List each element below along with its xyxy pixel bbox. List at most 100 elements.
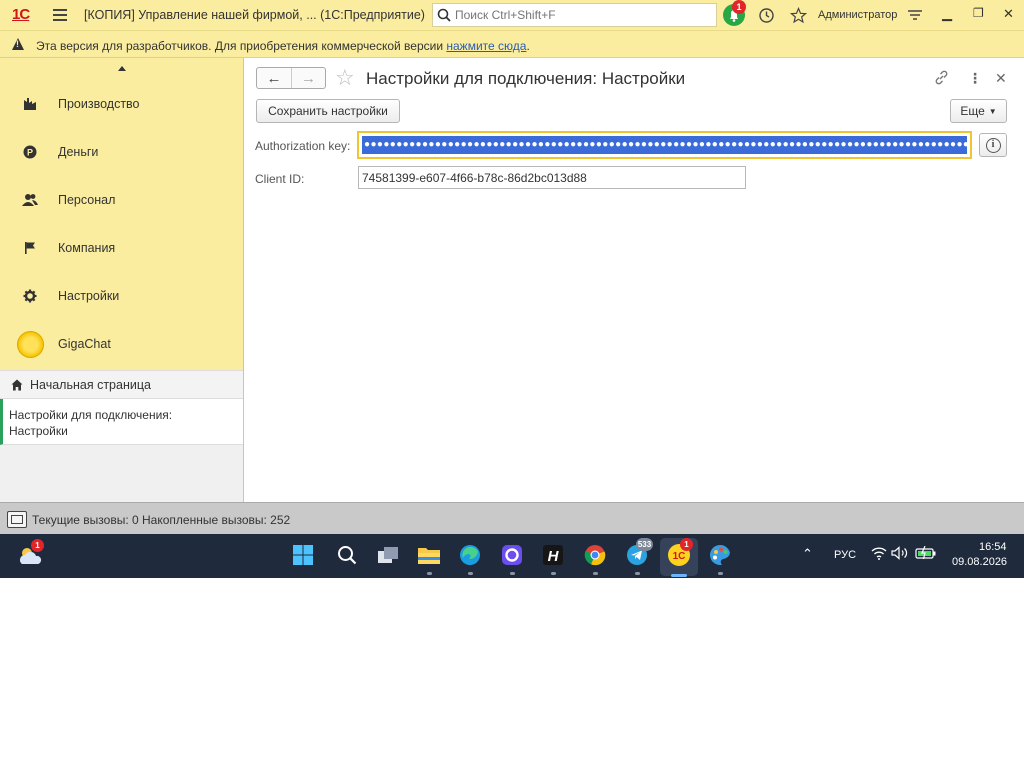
chevron-up-icon bbox=[117, 66, 126, 71]
clock-time[interactable]: 16:54 bbox=[979, 541, 1007, 553]
home-icon bbox=[11, 379, 23, 391]
sidebar-item-label: Персонал bbox=[58, 193, 116, 207]
app-window: 1С [КОПИЯ] Управление нашей фирмой, ... … bbox=[0, 0, 1024, 578]
sidebar-item-label: Деньги bbox=[58, 145, 99, 159]
window-title: [КОПИЯ] Управление нашей фирмой, ... (1С… bbox=[84, 8, 425, 22]
gigachat-icon bbox=[17, 330, 44, 358]
search-input[interactable] bbox=[455, 8, 705, 22]
chrome-browser-icon[interactable] bbox=[582, 542, 608, 568]
minimize-button[interactable]: ▁ bbox=[942, 6, 952, 22]
more-vertical-icon[interactable]: ⋮ bbox=[968, 70, 982, 87]
1c-logo[interactable]: 1С bbox=[12, 6, 30, 23]
svg-text:1С: 1С bbox=[673, 551, 686, 562]
add-to-favorites-star-icon[interactable]: ☆ bbox=[335, 65, 355, 91]
sidebar-item-company[interactable]: Компания bbox=[0, 224, 243, 272]
start-windows-icon[interactable] bbox=[290, 542, 316, 568]
current-user[interactable]: Администратор bbox=[818, 9, 897, 21]
weather-badge: 1 bbox=[31, 539, 44, 552]
messenger-app-icon[interactable] bbox=[499, 542, 525, 568]
authorization-key-input[interactable]: ●●●●●●●●●●●●●●●●●●●●●●●●●●●●●●●●●●●●●●●●… bbox=[362, 136, 967, 154]
sections-sidebar: Производство P Деньги Персонал Компания … bbox=[0, 58, 244, 502]
sidebar-empty-area bbox=[0, 445, 243, 502]
edge-running-indicator bbox=[468, 572, 473, 575]
authorization-key-field[interactable]: ●●●●●●●●●●●●●●●●●●●●●●●●●●●●●●●●●●●●●●●●… bbox=[357, 131, 972, 159]
title-bar: 1С [КОПИЯ] Управление нашей фирмой, ... … bbox=[0, 0, 1024, 30]
warning-text: Эта версия для разработчиков. Для приобр… bbox=[36, 39, 530, 53]
settings-menu-icon[interactable] bbox=[905, 5, 925, 25]
people-icon bbox=[22, 192, 38, 208]
forward-arrow-icon[interactable]: → bbox=[290, 68, 325, 88]
calls-status-text: Текущие вызовы: 0 Накопленные вызовы: 25… bbox=[32, 513, 291, 527]
client-id-input[interactable] bbox=[358, 166, 746, 189]
wifi-icon[interactable] bbox=[870, 544, 888, 562]
paint-app-icon[interactable] bbox=[707, 542, 733, 568]
search-box[interactable] bbox=[432, 3, 717, 27]
factory-icon bbox=[22, 96, 38, 112]
close-window-button[interactable]: ✕ bbox=[1003, 6, 1014, 22]
gear-icon bbox=[22, 288, 38, 304]
weather-widget-icon[interactable]: 1 bbox=[17, 539, 44, 568]
open-window-label: Настройки для подключения: Настройки bbox=[9, 408, 173, 438]
info-button[interactable]: i bbox=[979, 133, 1007, 157]
chrome-running-indicator bbox=[593, 572, 598, 575]
edge-browser-icon[interactable] bbox=[457, 542, 483, 568]
chevron-down-icon: ▼ bbox=[988, 106, 997, 116]
warning-tail: . bbox=[526, 39, 530, 53]
back-arrow-icon[interactable]: ← bbox=[257, 68, 291, 88]
sidebar-item-label: Настройки bbox=[58, 289, 120, 303]
main-menu-icon[interactable] bbox=[53, 9, 67, 21]
1c-enterprise-icon[interactable]: 1С 1 bbox=[666, 538, 693, 568]
favorites-star-icon[interactable] bbox=[788, 5, 808, 25]
client-id-label: Client ID: bbox=[255, 172, 305, 186]
sidebar-item-label: GigaChat bbox=[58, 337, 111, 351]
sidebar-item-settings[interactable]: Настройки bbox=[0, 272, 243, 320]
authorization-key-label: Authorization key: bbox=[255, 139, 351, 153]
telegram-badge: 533 bbox=[636, 538, 653, 551]
language-indicator[interactable]: РУС bbox=[834, 549, 856, 561]
taskbar-search-icon[interactable] bbox=[334, 542, 360, 568]
telegram-icon[interactable]: 533 bbox=[624, 538, 653, 568]
sidebar-item-personnel[interactable]: Персонал bbox=[0, 176, 243, 224]
warning-icon bbox=[12, 38, 24, 50]
developer-warning-bar: Эта версия для разработчиков. Для приобр… bbox=[0, 30, 1024, 58]
form-area: ← → ☆ Настройки для подключения: Настрой… bbox=[244, 58, 1024, 502]
svg-text:H: H bbox=[548, 548, 560, 565]
1c-badge: 1 bbox=[680, 538, 693, 551]
more-button-label: Еще bbox=[960, 104, 985, 118]
sidebar-item-money[interactable]: P Деньги bbox=[0, 128, 243, 176]
svg-text:P: P bbox=[27, 148, 33, 158]
notifications-badge: 1 bbox=[732, 0, 746, 14]
file-explorer-icon[interactable] bbox=[416, 542, 442, 568]
sidebar-item-production[interactable]: Производство bbox=[0, 80, 243, 128]
show-hidden-icons-chevron-icon[interactable]: ⌃ bbox=[802, 546, 813, 562]
link-icon[interactable] bbox=[934, 70, 949, 88]
telegram-running-indicator bbox=[635, 572, 640, 575]
battery-charging-icon[interactable] bbox=[915, 544, 937, 562]
history-icon[interactable] bbox=[756, 5, 776, 25]
paint-running-indicator bbox=[718, 572, 723, 575]
scroll-up-button[interactable] bbox=[0, 58, 243, 80]
navigation-buttons: ← → bbox=[256, 67, 326, 89]
windows-taskbar: 1 H 533 1С 1 ⌃ РУС 16:54 09.08.2026 bbox=[0, 534, 1024, 578]
sidebar-item-label: Компания bbox=[58, 241, 116, 255]
restore-button[interactable]: ❐ bbox=[973, 6, 984, 20]
more-button[interactable]: Еще ▼ bbox=[950, 99, 1007, 123]
ruble-icon: P bbox=[22, 144, 38, 160]
save-settings-button[interactable]: Сохранить настройки bbox=[256, 99, 400, 123]
purchase-link[interactable]: нажмите сюда bbox=[446, 39, 526, 53]
calls-window-icon[interactable] bbox=[7, 511, 27, 528]
sidebar-item-label: Производство bbox=[58, 97, 140, 111]
status-bar: Текущие вызовы: 0 Накопленные вызовы: 25… bbox=[0, 502, 1024, 534]
home-page-link[interactable]: Начальная страница bbox=[0, 370, 243, 399]
h-app-icon[interactable]: H bbox=[540, 542, 566, 568]
volume-icon[interactable] bbox=[891, 544, 909, 562]
flag-icon bbox=[22, 240, 38, 256]
notifications-button[interactable]: 1 bbox=[723, 0, 746, 26]
messenger-running-indicator bbox=[510, 572, 515, 575]
clock-date[interactable]: 09.08.2026 bbox=[952, 556, 1007, 568]
task-view-icon[interactable] bbox=[375, 542, 401, 568]
open-window-item[interactable]: Настройки для подключения: Настройки bbox=[0, 399, 243, 445]
explorer-running-indicator bbox=[427, 572, 432, 575]
close-form-icon[interactable]: ✕ bbox=[995, 70, 1007, 87]
sidebar-item-gigachat[interactable]: GigaChat bbox=[0, 320, 243, 368]
